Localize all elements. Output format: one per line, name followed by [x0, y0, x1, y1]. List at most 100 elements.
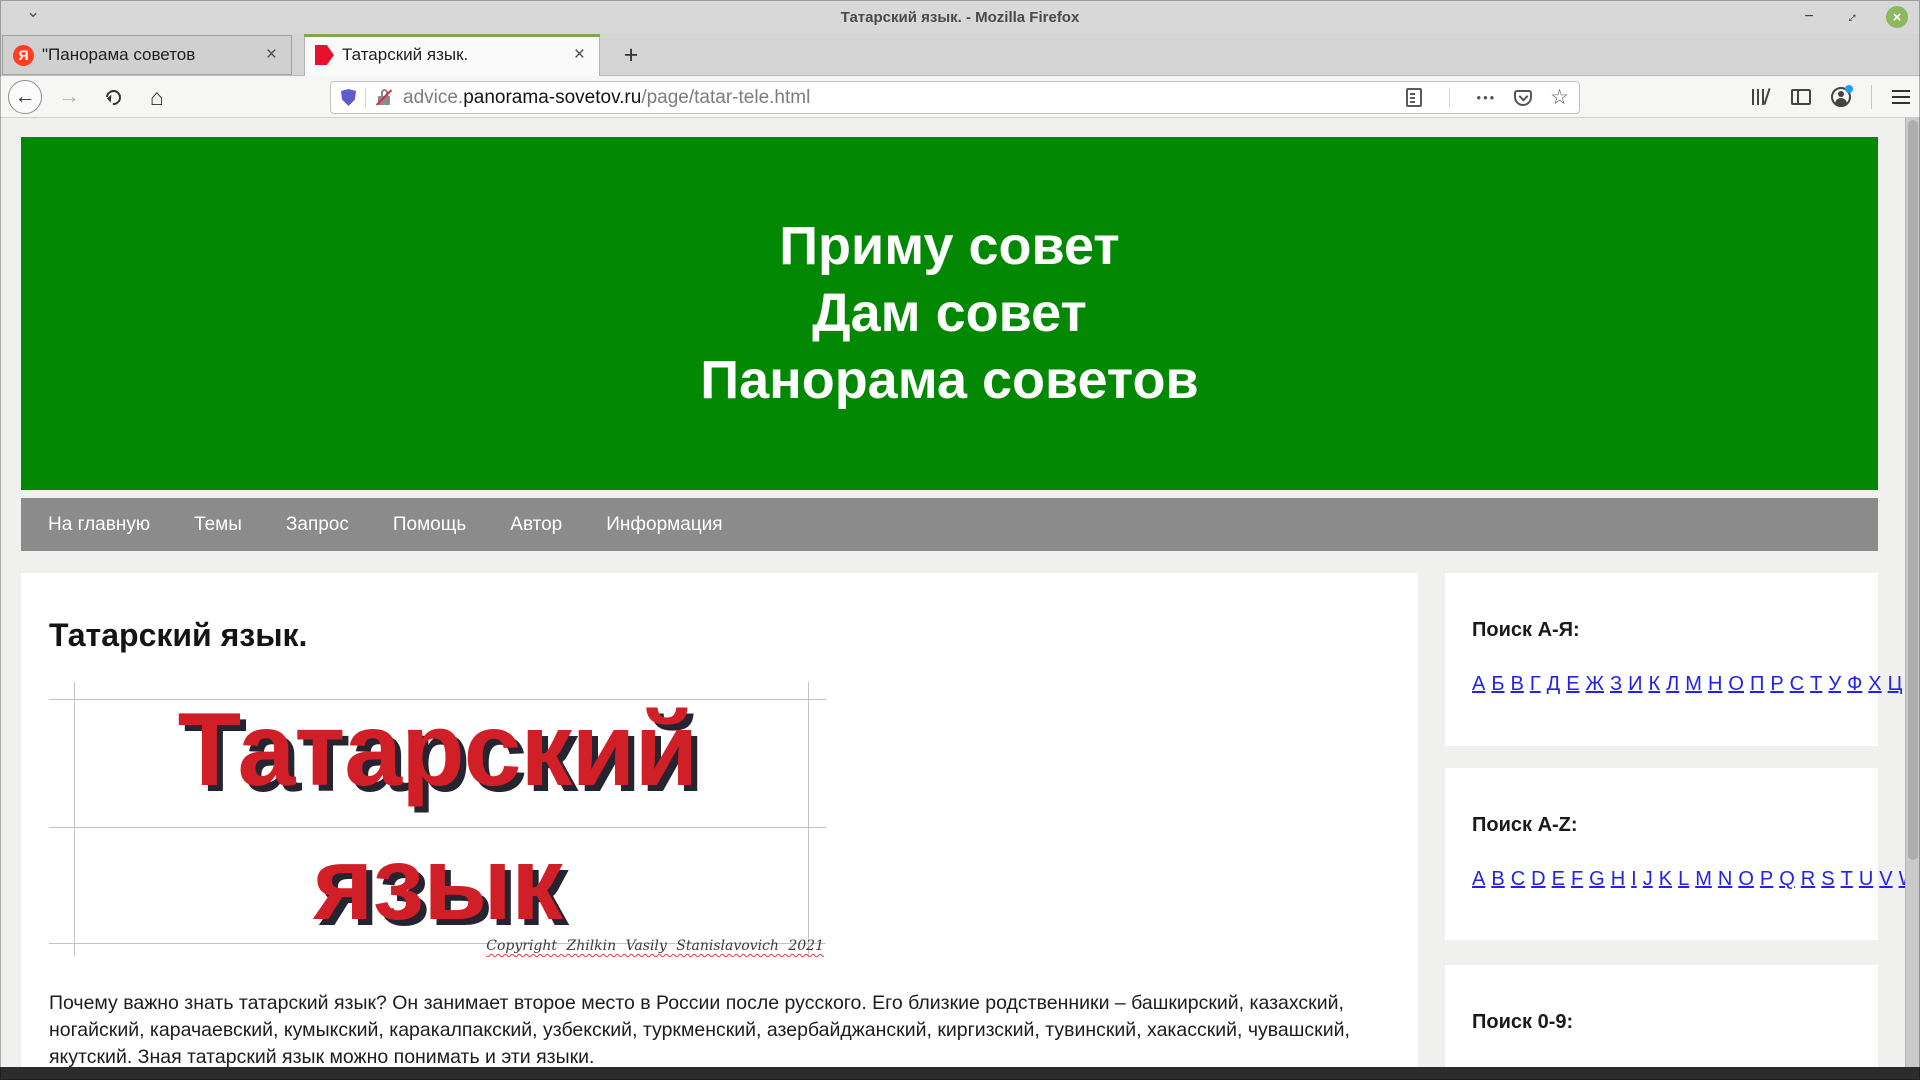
maximize-button[interactable]: ↕: [1842, 6, 1864, 28]
letter-link[interactable]: А: [1472, 673, 1485, 695]
letter-link[interactable]: A: [1472, 868, 1485, 890]
letter-link[interactable]: У: [1828, 673, 1841, 695]
letter-link[interactable]: М: [1685, 673, 1702, 695]
tab-tatar-language[interactable]: Татарский язык. ×: [304, 34, 600, 76]
nav-link[interactable]: Помощь: [393, 514, 466, 536]
insecure-lock-icon[interactable]: [375, 88, 393, 107]
url-bar[interactable]: advice.panorama-sovetov.ru/page/tatar-te…: [330, 81, 1580, 114]
nav-link[interactable]: Информация: [606, 514, 722, 536]
urlbar-separator: [365, 88, 366, 108]
tab-bar: Я "Панорама советов × Татарский язык. × …: [0, 34, 1920, 76]
letter-link[interactable]: Ф: [1847, 673, 1862, 695]
tab-panorama-sovetov[interactable]: Я "Панорама советов ×: [2, 35, 292, 75]
bookmark-star-icon[interactable]: ☆: [1550, 87, 1569, 108]
letter-link[interactable]: Ц: [1888, 673, 1903, 695]
letter-link[interactable]: Б: [1491, 673, 1504, 695]
tab-close-icon[interactable]: ×: [262, 44, 281, 66]
letter-link[interactable]: З: [1610, 673, 1622, 695]
nav-link[interactable]: На главную: [48, 514, 150, 536]
letter-link[interactable]: O: [1738, 868, 1754, 890]
nav-link[interactable]: Темы: [194, 514, 242, 536]
yandex-favicon-icon: Я: [13, 45, 34, 66]
reload-button[interactable]: [96, 80, 130, 114]
letter-link[interactable]: Q: [1779, 868, 1795, 890]
sidebar-search-latin: Поиск A-Z: ABCDEFGHIJKLMNOPQRSTUVWXYZ: [1445, 768, 1878, 940]
letter-link[interactable]: E: [1552, 868, 1565, 890]
site-favicon-icon: [315, 45, 334, 65]
pocket-icon[interactable]: [1514, 90, 1532, 106]
letter-link[interactable]: П: [1750, 673, 1764, 695]
letter-link[interactable]: Г: [1530, 673, 1541, 695]
letter-link[interactable]: T: [1841, 868, 1853, 890]
urlbar-separator: [1449, 88, 1450, 108]
letter-link[interactable]: Л: [1666, 673, 1679, 695]
url-subdomain: advice.: [403, 87, 463, 108]
letter-link[interactable]: Н: [1708, 673, 1722, 695]
letter-link[interactable]: R: [1801, 868, 1815, 890]
letter-link[interactable]: N: [1718, 868, 1732, 890]
letter-link[interactable]: Т: [1810, 673, 1822, 695]
article-container: Татарский язык. Татарский язык Copyright…: [21, 573, 1418, 1080]
letter-link[interactable]: О: [1728, 673, 1744, 695]
navigation-toolbar: ← → ⌂ advice.panorama-sovetov.ru/page/ta…: [0, 76, 1920, 118]
letter-link[interactable]: И: [1628, 673, 1642, 695]
letter-link[interactable]: К: [1648, 673, 1660, 695]
close-button[interactable]: ×: [1886, 6, 1908, 28]
minimize-button[interactable]: −: [1798, 6, 1820, 28]
pocket-chevron: [1518, 91, 1528, 101]
letter-link[interactable]: H: [1611, 868, 1625, 890]
image-copyright: Copyright Zhilkin Vasily Stanislavovich …: [486, 938, 824, 954]
library-icon[interactable]: [1751, 88, 1771, 106]
letter-link[interactable]: P: [1760, 868, 1773, 890]
bottom-dark-bar: [0, 1067, 1920, 1080]
sidebar-toggle-icon[interactable]: [1791, 89, 1811, 105]
letter-link[interactable]: Р: [1770, 673, 1783, 695]
nav-link[interactable]: Автор: [510, 514, 562, 536]
banner-line-2: Дам совет: [812, 280, 1087, 347]
letter-link[interactable]: C: [1511, 868, 1525, 890]
home-button[interactable]: ⌂: [140, 80, 174, 114]
letter-link[interactable]: J: [1643, 868, 1653, 890]
page-scrollbar[interactable]: [1905, 118, 1920, 1080]
letter-link[interactable]: B: [1491, 868, 1504, 890]
toolbar-separator: [1871, 85, 1872, 109]
url-domain: panorama-sovetov.ru: [463, 87, 641, 108]
letter-link[interactable]: S: [1821, 868, 1834, 890]
sidebar-search-digits: Поиск 0-9: 0123456789: [1445, 965, 1878, 1080]
letter-link[interactable]: V: [1879, 868, 1892, 890]
article-paragraph: Почему важно знать татарский язык? Он за…: [49, 990, 1390, 1071]
account-icon[interactable]: [1831, 87, 1851, 107]
page-viewport: Приму совет Дам совет Панорама советов Н…: [0, 118, 1920, 1080]
letter-link[interactable]: U: [1859, 868, 1873, 890]
new-tab-button[interactable]: +: [614, 38, 648, 72]
banner-line-3: Панорама советов: [700, 347, 1198, 414]
letter-link[interactable]: В: [1510, 673, 1523, 695]
letter-link[interactable]: Е: [1566, 673, 1579, 695]
tab-label: "Панорама советов: [42, 45, 254, 65]
letter-link[interactable]: С: [1790, 673, 1804, 695]
forward-button[interactable]: →: [52, 80, 86, 114]
letter-link[interactable]: F: [1571, 868, 1583, 890]
back-button[interactable]: ←: [8, 80, 42, 114]
letter-link[interactable]: L: [1678, 868, 1689, 890]
image-text-line-2: язык: [49, 832, 826, 936]
letter-links: АБВГДЕЖЗИКЛМНОПРСТУФХЦЧШЩЭЮЯ: [1472, 669, 1868, 701]
letter-link[interactable]: K: [1659, 868, 1672, 890]
url-text[interactable]: advice.panorama-sovetov.ru/page/tatar-te…: [403, 87, 1406, 109]
letter-link[interactable]: M: [1695, 868, 1712, 890]
letter-link[interactable]: I: [1631, 868, 1637, 890]
letter-link[interactable]: Д: [1547, 673, 1561, 695]
window-menu-chevron-icon[interactable]: ⌄: [26, 2, 40, 22]
tracking-protection-shield-icon[interactable]: [341, 89, 356, 106]
sidebar-heading: Поиск А-Я:: [1472, 619, 1868, 642]
letter-link[interactable]: D: [1531, 868, 1545, 890]
letter-link[interactable]: Х: [1868, 673, 1881, 695]
page-actions-icon[interactable]: •••: [1477, 90, 1497, 105]
menu-hamburger-icon[interactable]: [1892, 90, 1910, 104]
tab-close-icon[interactable]: ×: [570, 44, 589, 66]
nav-link[interactable]: Запрос: [286, 514, 349, 536]
letter-link[interactable]: G: [1589, 868, 1605, 890]
scrollbar-thumb[interactable]: [1908, 120, 1918, 860]
letter-link[interactable]: Ж: [1586, 673, 1604, 695]
reader-mode-icon[interactable]: [1406, 88, 1422, 107]
